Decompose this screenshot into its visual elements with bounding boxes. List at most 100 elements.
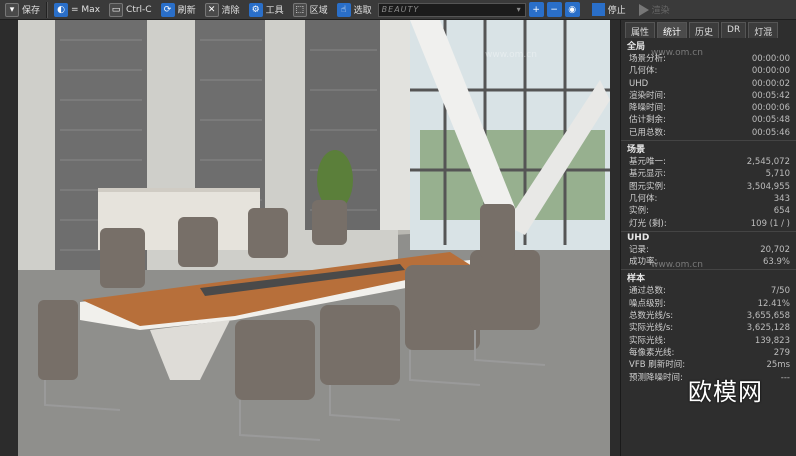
copy-button[interactable]: ▭ Ctrl-C [106,1,155,19]
stat-row: 几何体: 00:00:00 [621,65,796,77]
render-viewport[interactable]: www.om.cn [0,20,620,456]
section-sampling-title: 样本 [621,269,796,285]
stat-value: 109 (1 / ) [750,218,790,229]
refresh-button[interactable]: ⟳ 刷新 [158,1,199,19]
tab-properties[interactable]: 属性 [625,22,656,38]
stat-row: 基元显示: 5,710 [621,168,796,180]
channel-select[interactable]: BEAUTY ▾ [377,2,526,17]
tab-light-mix[interactable]: 灯混 [748,22,779,38]
stat-label: 降噪时间: [629,103,666,114]
stat-row: UHD 00:00:02 [621,78,796,90]
clear-icon: ✕ [204,2,219,17]
stat-row: VFB 刷新时间: 25ms [621,359,796,371]
stat-row: 通过总数: 7/50 [621,285,796,297]
stat-row: 总数光线/s: 3,655,658 [621,310,796,322]
tab-history[interactable]: 历史 [689,22,720,38]
stop-button[interactable]: 停止 [589,1,629,19]
stat-row: 灯光 (剩): 109 (1 / ) [621,218,796,230]
site-watermark: www.om.cn [485,50,537,60]
stat-label: 实际光线: [629,335,666,346]
stat-value: 3,655,658 [746,311,790,322]
stat-row: 噪点级别: 12.41% [621,298,796,310]
stat-label: UHD [629,78,649,89]
zoom-fit-icon[interactable]: ◉ [564,2,580,17]
zoom-out-icon[interactable]: − [546,2,562,17]
stat-label: 预测降噪时间: [629,372,683,383]
clear-button[interactable]: ✕ 清除 [202,1,243,19]
stat-row: 基元唯一: 2,545,072 [621,156,796,168]
region-icon: ⬚ [292,2,307,17]
stat-value: 63.9% [762,257,790,268]
stat-value: 00:00:00 [751,66,790,77]
panel-tabs: 属性 统计 历史 DR 灯混 [621,20,796,38]
stat-row: 记录: 20,702 [621,244,796,256]
render-button[interactable]: 渲染 [632,1,673,19]
stat-value: 00:05:46 [751,127,790,138]
stat-label: 通过总数: [629,286,666,297]
stat-value: 20,702 [760,244,790,255]
stat-row: 估计剩余: 00:05:48 [621,114,796,126]
chevron-down-icon: ▾ [516,5,522,14]
brand-watermark: 欧模网 [688,378,763,406]
play-icon [638,3,649,16]
stat-row: 已用总数: 00:05:46 [621,127,796,139]
stat-value: 00:00:06 [751,103,790,114]
stat-value: --- [780,372,790,383]
stat-label: 估计剩余: [629,115,666,126]
stat-label: 灯光 (剩): [629,218,667,229]
stat-value: 5,710 [765,169,790,180]
toolbar-divider [46,1,49,18]
stat-value: 279 [773,347,790,358]
section-global-title: 全局 [627,42,646,52]
panel-site-watermark: www.om.cn [651,48,703,58]
stat-value: 2,545,072 [746,157,790,168]
stat-label: 几何体: [629,66,658,77]
stat-label: VFB 刷新时间: [629,360,686,371]
uhd-stats: 记录: 20,702 成功率: 63.9% [621,244,796,269]
pick-button[interactable]: ☝ 选取 [334,1,375,19]
tools-button[interactable]: ⚙ 工具 [246,1,287,19]
panel-site-watermark-2: www.om.cn [651,260,703,270]
section-uhd-title: UHD [621,230,796,244]
stat-value: 3,625,128 [746,323,790,334]
stat-value: 7/50 [770,286,790,297]
channel-max-button[interactable]: ◐ = Max [51,1,103,19]
stat-row: 图元实例: 3,504,955 [621,181,796,193]
refresh-icon: ⟳ [160,2,175,17]
stat-row: 场景分析: 00:00:00 [621,53,796,65]
stat-row: 几何体: 343 [621,193,796,205]
stat-row: 实例: 654 [621,205,796,217]
stat-row: 实际光线: 139,823 [621,335,796,347]
stat-label: 总数光线/s: [629,311,674,322]
channel-icon: ◐ [54,2,69,17]
viewport-left-margin [0,20,18,456]
global-stats: 场景分析: 00:00:00 几何体: 00:00:00 UHD 00:00:02 渲染时间… [621,53,796,139]
scene-stats: 基元唯一: 2,545,072 基元显示: 5,710 图元实例: 3,504,955 几何… [621,156,796,230]
tab-statistics[interactable]: 统计 [657,22,688,38]
stat-value: 25ms [766,360,790,371]
stat-label: 基元唯一: [629,157,666,168]
stat-value: 343 [773,193,790,204]
copy-icon: ▭ [109,2,124,17]
region-button[interactable]: ⬚ 区域 [290,1,331,19]
stat-value: 12.41% [757,298,790,309]
stat-value: 00:00:02 [751,78,790,89]
stop-icon [591,3,605,16]
stat-row: 降噪时间: 00:00:06 [621,102,796,114]
gear-icon: ⚙ [248,2,263,17]
stat-label: 已用总数: [629,127,666,138]
section-scene-title: 场景 [621,140,796,156]
stat-label: 每像素光线: [629,347,675,358]
zoom-in-icon[interactable]: + [528,2,544,17]
stat-value: 3,504,955 [746,181,790,192]
tab-dr[interactable]: DR [721,22,747,38]
stat-label: 实际光线/s: [629,323,674,334]
stat-label: 基元显示: [629,169,666,180]
save-button[interactable]: ▾ 保存 [2,1,43,19]
stat-row: 每像素光线: 279 [621,347,796,359]
stat-row: 渲染时间: 00:05:42 [621,90,796,102]
stat-label: 实例: [629,206,649,217]
viewport-right-margin [610,20,620,456]
stat-label: 记录: [629,244,649,255]
pick-icon: ☝ [336,2,351,17]
